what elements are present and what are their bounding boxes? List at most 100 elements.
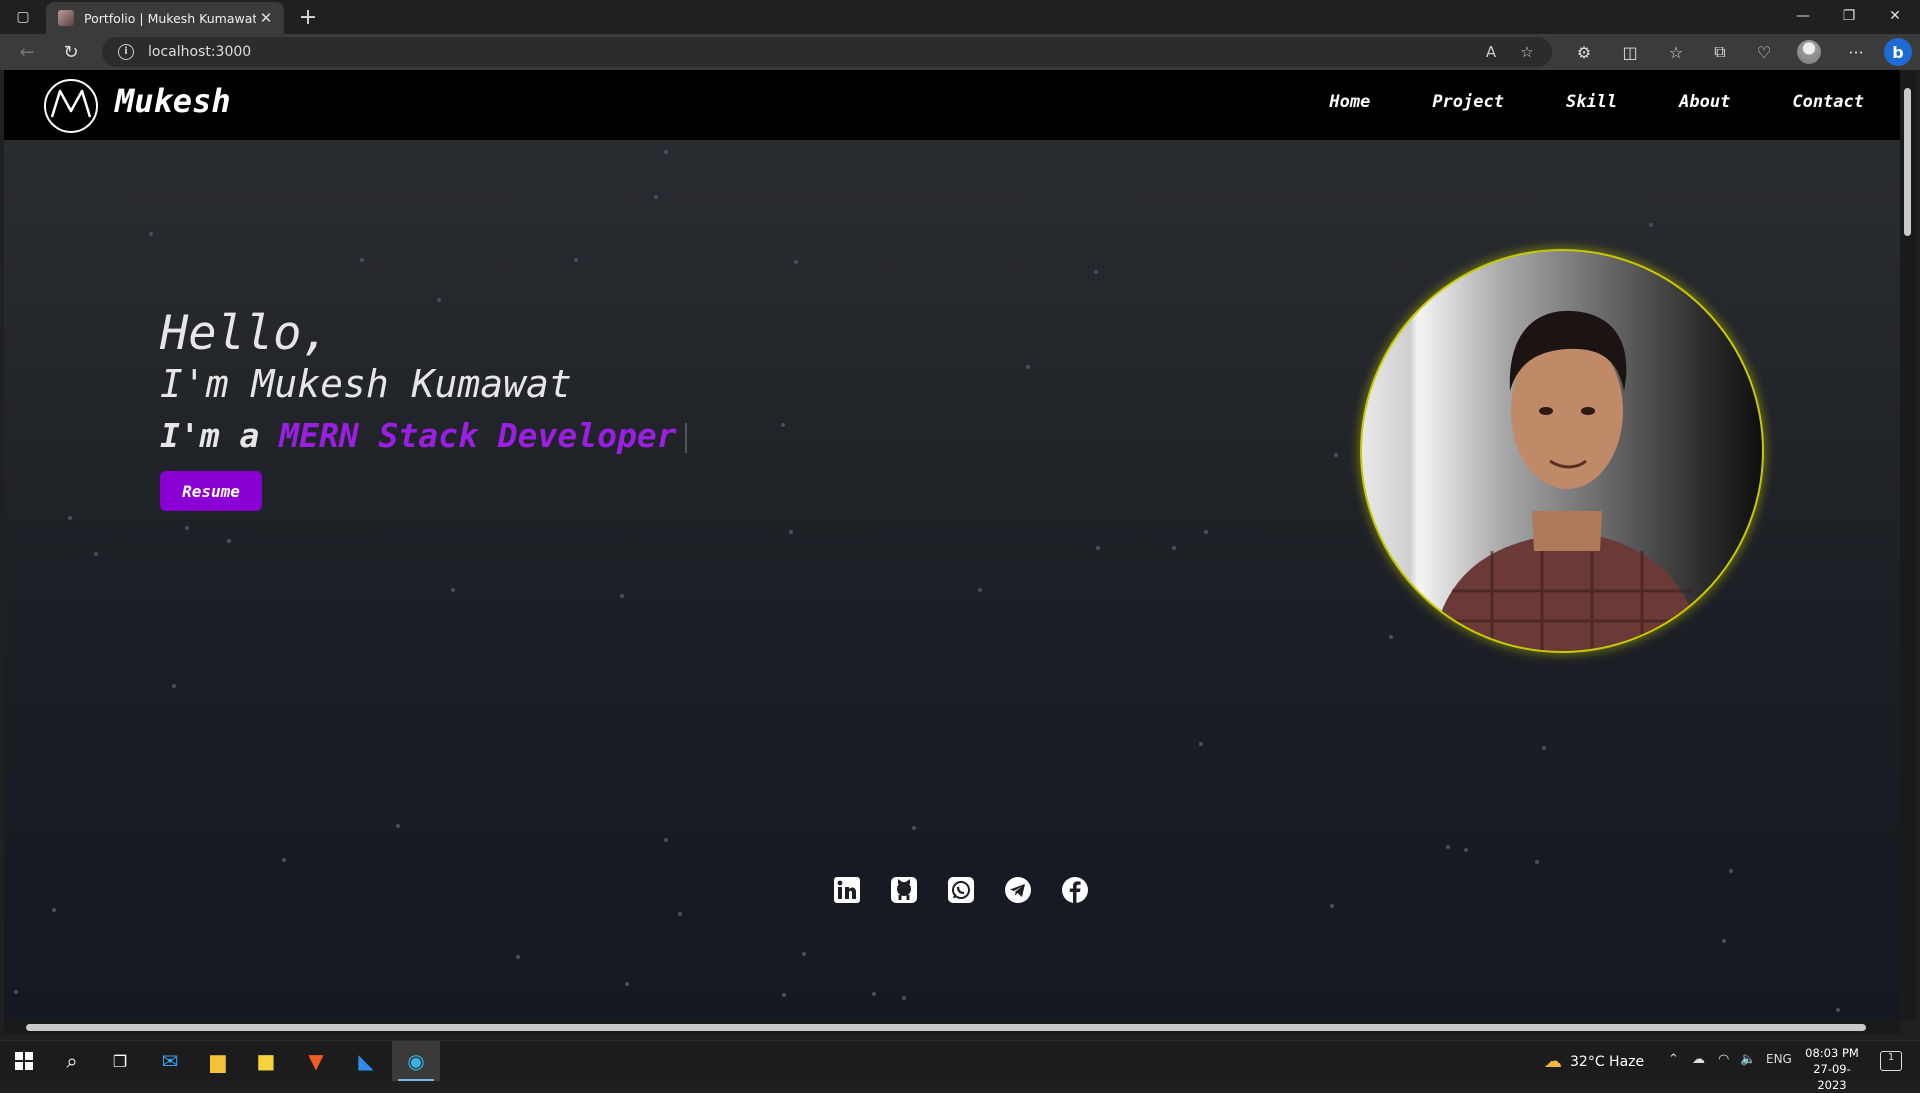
close-window-button[interactable]: ✕ <box>1872 0 1918 32</box>
tray-overflow-icon[interactable]: ⌃ <box>1668 1052 1679 1067</box>
star-dot <box>782 993 786 997</box>
tab-close-icon[interactable]: ✕ <box>256 8 276 28</box>
notification-center-icon[interactable]: 1 <box>1880 1051 1902 1071</box>
tab-favicon-icon <box>58 10 74 26</box>
extensions-icon[interactable]: ⚙ <box>1572 40 1596 64</box>
profile-avatar[interactable] <box>1797 40 1821 64</box>
star-dot <box>227 539 231 543</box>
star-dot <box>902 996 906 1000</box>
hero-name: I'm Mukesh Kumawat <box>160 362 572 406</box>
browser-essentials-icon[interactable]: ♡ <box>1752 40 1776 64</box>
nav-link-project[interactable]: Project <box>1432 92 1504 112</box>
clock-time: 08:03 PM <box>1805 1046 1859 1060</box>
star-dot <box>574 258 578 262</box>
minimize-button[interactable]: — <box>1780 0 1826 32</box>
split-screen-icon[interactable]: ◫ <box>1618 40 1642 64</box>
clock-date: 27-09-2023 <box>1813 1062 1851 1092</box>
search-icon[interactable]: ⌕ <box>48 1041 96 1081</box>
star-dot <box>781 423 785 427</box>
star-dot <box>664 838 668 842</box>
horizontal-scroll-thumb[interactable] <box>26 1024 1866 1031</box>
star-dot <box>620 594 624 598</box>
volume-icon[interactable]: 🔈 <box>1740 1052 1756 1067</box>
more-menu-icon[interactable]: ··· <box>1844 40 1868 64</box>
nav-link-home[interactable]: Home <box>1329 92 1370 112</box>
nav-link-skill[interactable]: Skill <box>1566 92 1617 112</box>
star-dot <box>1204 530 1208 534</box>
star-dot <box>1330 904 1334 908</box>
star-dot <box>1464 848 1468 852</box>
star-dot <box>789 530 793 534</box>
back-button[interactable]: ← <box>12 39 42 65</box>
tab-title: Portfolio | Mukesh Kumawat <box>84 10 256 26</box>
star-dot <box>794 260 798 264</box>
telegram-icon[interactable] <box>1003 875 1033 905</box>
horizontal-scrollbar[interactable] <box>4 1020 1900 1034</box>
hero-greeting: Hello, <box>160 306 330 361</box>
url-text[interactable]: localhost:3000 <box>148 44 251 60</box>
star-dot <box>14 990 18 994</box>
language-indicator[interactable]: ENG <box>1766 1052 1792 1066</box>
star-dot <box>912 826 916 830</box>
site-navbar: Mukesh Home Project Skill About Contact <box>4 70 1900 141</box>
star-dot <box>978 588 982 592</box>
whatsapp-icon[interactable] <box>946 875 976 905</box>
github-icon[interactable] <box>889 875 919 905</box>
facebook-icon[interactable] <box>1060 875 1090 905</box>
profile-photo <box>1360 249 1764 653</box>
star-dot <box>360 258 364 262</box>
task-view-icon[interactable]: ❐ <box>96 1041 144 1081</box>
edge-browser-icon[interactable]: ◉ <box>392 1041 440 1081</box>
star-dot <box>94 552 98 556</box>
star-dot <box>149 232 153 236</box>
star-dot <box>1026 365 1030 369</box>
star-dot <box>1389 635 1393 639</box>
site-info-icon[interactable]: i <box>118 44 134 60</box>
star-dot <box>1094 270 1098 274</box>
favorites-icon[interactable]: ☆ <box>1664 40 1688 64</box>
star-dot <box>664 150 668 154</box>
refresh-button[interactable]: ↻ <box>56 39 86 65</box>
star-dot <box>1836 1008 1840 1012</box>
star-dot <box>654 195 658 199</box>
nav-link-about[interactable]: About <box>1679 92 1730 112</box>
star-dot <box>451 588 455 592</box>
typing-cursor <box>684 422 687 453</box>
star-dot <box>1535 860 1539 864</box>
star-dot <box>1649 223 1653 227</box>
collections-icon[interactable]: ⧉ <box>1708 40 1732 64</box>
wifi-icon[interactable]: ◠ <box>1718 1052 1729 1067</box>
browser-tab[interactable]: Portfolio | Mukesh Kumawat ✕ <box>46 2 284 34</box>
brand-name[interactable]: Mukesh <box>115 82 231 120</box>
vertical-scroll-thumb[interactable] <box>1904 88 1911 236</box>
restore-button[interactable]: ❐ <box>1826 0 1872 32</box>
weather-text: 32°C Haze <box>1570 1053 1645 1070</box>
vscode-icon[interactable]: ◣ <box>342 1041 390 1081</box>
brave-browser-icon[interactable]: ▼ <box>292 1041 340 1081</box>
social-links <box>832 875 1090 905</box>
media-player-icon[interactable]: ■ <box>242 1041 290 1081</box>
onedrive-icon[interactable]: ☁ <box>1692 1052 1705 1067</box>
resume-button[interactable]: Resume <box>160 471 262 511</box>
weather-widget[interactable]: ☁ 32°C Haze <box>1544 1051 1644 1072</box>
nav-menu: Home Project Skill About Contact <box>1329 92 1864 112</box>
nav-link-contact[interactable]: Contact <box>1792 92 1864 112</box>
star-dot <box>1199 742 1203 746</box>
vertical-scrollbar[interactable] <box>1900 70 1916 1020</box>
bing-copilot-icon[interactable]: b <box>1884 38 1912 66</box>
star-dot <box>1096 546 1100 550</box>
logo-icon[interactable] <box>44 79 98 133</box>
read-aloud-icon[interactable]: A <box>1480 41 1502 63</box>
star-dot <box>872 992 876 996</box>
tab-actions-icon[interactable]: ▢ <box>10 6 36 28</box>
star-dot <box>282 858 286 862</box>
start-button[interactable] <box>0 1041 48 1081</box>
favorite-star-icon[interactable]: ☆ <box>1516 41 1538 63</box>
address-bar[interactable]: i localhost:3000 A ☆ <box>102 37 1552 67</box>
star-dot <box>437 298 441 302</box>
file-explorer-icon[interactable]: ▆ <box>194 1041 242 1081</box>
linkedin-icon[interactable] <box>832 875 862 905</box>
mail-app-icon[interactable]: ✉ <box>146 1041 194 1081</box>
new-tab-button[interactable]: + <box>294 4 322 30</box>
clock[interactable]: 08:03 PM 27-09-2023 <box>1800 1045 1864 1093</box>
